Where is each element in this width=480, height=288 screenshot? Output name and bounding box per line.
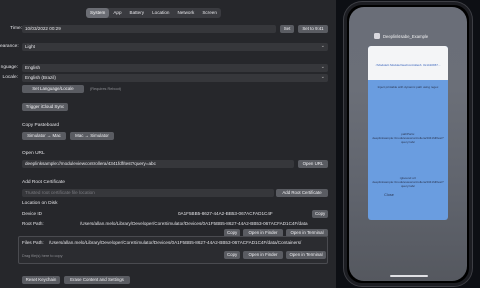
app-header: DeeplinkIsabe_Example <box>374 32 444 40</box>
appearance-label: earance: <box>0 44 19 49</box>
add-root-cert-label: Add Root Certificate <box>22 180 65 185</box>
copy-device-id-button[interactable]: Copy <box>312 210 328 218</box>
tab-system[interactable]: System <box>86 8 110 18</box>
set-language-locale-button[interactable]: Set Language/Locale <box>22 85 84 93</box>
open-url-label: Open URL <box>22 151 45 156</box>
open-files-in-finder-button[interactable]: Open in Finder <box>243 251 283 259</box>
home-indicator[interactable] <box>390 275 428 277</box>
card-line-3: rglsound url: deeplinksample://modulevie… <box>372 176 444 188</box>
app-icon <box>374 33 380 39</box>
card-line-1: Inject printable with dynamic path using… <box>377 85 439 89</box>
simulator-to-mac-button[interactable]: Simulator → Mac <box>22 132 66 140</box>
root-cert-input[interactable]: Trusted root certificate file location <box>22 189 274 197</box>
time-field[interactable]: 10/03/2022 00:29 <box>22 25 276 33</box>
files-drop-zone[interactable]: Files Path: /Users/allan.melo/Library/De… <box>18 236 328 264</box>
tab-location[interactable]: Location <box>148 8 173 18</box>
reboot-note: (Requires Reboot) <box>90 87 122 91</box>
trigger-icloud-sync-button[interactable]: Trigger iCloud Sync <box>22 103 68 111</box>
tab-screen[interactable]: Screen <box>198 8 221 18</box>
card-line-2: pathParts: deeplinksample://moduleviewco… <box>372 132 444 144</box>
copy-pasteboard-label: Copy Pasteboard <box>22 123 60 128</box>
card-header: <ModuleC.ModuleViewControllerA: 0x1410b5… <box>368 46 448 80</box>
locale-label: Locale: <box>2 75 18 80</box>
language-select[interactable]: English <box>22 64 328 72</box>
app-name: DeeplinkIsabe_Example <box>383 33 429 39</box>
open-files-in-terminal-button[interactable]: Open in Terminal <box>286 251 326 259</box>
card-title: <ModuleC.ModuleViewControllerA: 0x1410b5… <box>375 63 441 67</box>
files-path-value: /Users/allan.melo/Library/Developer/Core… <box>49 240 302 245</box>
root-path-value: /Users/allan.melo/Library/Developer/Core… <box>80 221 308 226</box>
erase-content-button[interactable]: Erase Content and Settings <box>64 276 130 284</box>
tab-bar: System App Battery Location Network Scre… <box>86 8 221 18</box>
reset-keychain-button[interactable]: Reset Keychain <box>22 276 60 284</box>
device-id-value: 0A1F5BB5-8627-44A2-BB53-067ACFAD1C4F <box>178 211 273 216</box>
tab-battery[interactable]: Battery <box>126 8 149 18</box>
device-id-label: Device ID <box>22 211 42 216</box>
locale-select[interactable]: English (Brazil) <box>22 74 328 82</box>
time-label: Time: <box>10 26 22 31</box>
copy-files-path-button[interactable]: Copy <box>224 251 240 259</box>
language-label: nguage: <box>0 65 18 70</box>
open-url-button[interactable]: Open URL <box>298 160 328 168</box>
add-root-cert-button[interactable]: Add Root Certificate <box>276 189 328 197</box>
location-on-disk-label: Location on Disk <box>22 201 58 206</box>
open-url-input[interactable]: deeplinksample://moduleviewcontrollera/4… <box>22 160 294 168</box>
set-time-button[interactable]: Set <box>280 25 294 33</box>
tab-app[interactable]: App <box>109 8 125 18</box>
mac-to-simulator-button[interactable]: Mac → Simulator <box>70 132 114 140</box>
simulator-screen[interactable]: DeeplinkIsabe_Example <ModuleC.ModuleVie… <box>349 7 467 281</box>
close-button[interactable]: Close <box>349 193 429 197</box>
tab-network[interactable]: Network <box>173 8 198 18</box>
root-path-label: Root Path: <box>22 221 44 226</box>
files-path-label: Files Path: <box>22 240 44 245</box>
control-panel: System App Battery Location Network Scre… <box>0 0 336 288</box>
drag-files-note: Drag file(s) here to copy <box>22 254 63 258</box>
appearance-select[interactable]: Light <box>22 43 328 51</box>
set-941-button[interactable]: Set to 9:41 <box>298 25 328 33</box>
